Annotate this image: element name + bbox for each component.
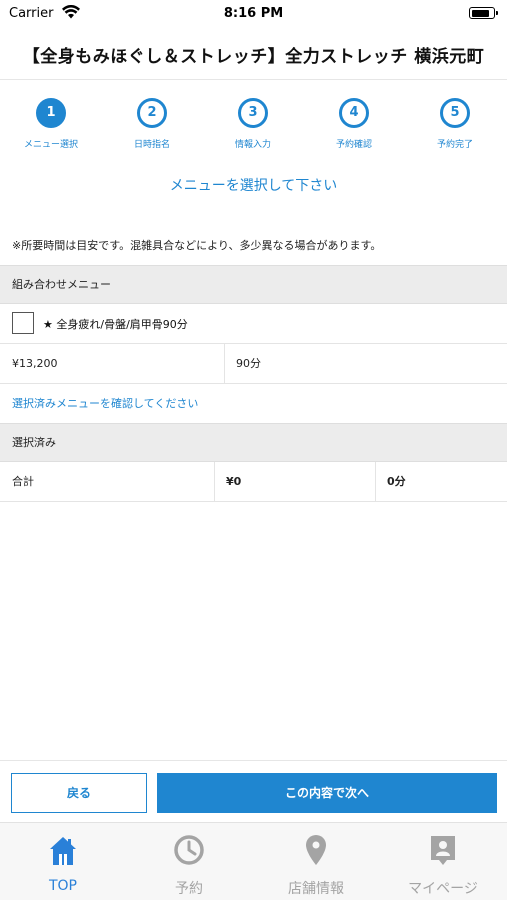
confirm-selected-link[interactable]: 選択済みメニューを確認してください	[12, 395, 198, 411]
battery-icon	[469, 7, 498, 19]
shop-title: 【全身もみほぐし＆ストレッチ】全力ストレッチ 横浜元町	[22, 47, 485, 67]
duration-note: ※所要時間は目安です。混雑具合などにより、多少異なる場合があります。	[12, 239, 382, 252]
tab-label: マイページ	[408, 881, 478, 897]
location-pin-icon	[306, 835, 326, 865]
status-time: 8:16 PM	[223, 6, 284, 21]
action-bar: 戻る この内容で次へ	[0, 760, 507, 822]
header: 【全身もみほぐし＆ストレッチ】全力ストレッチ 横浜元町	[0, 30, 507, 80]
back-button[interactable]: 戻る	[11, 773, 147, 813]
menu-price: ¥13,200	[12, 357, 58, 370]
total-label: 合計	[12, 475, 34, 488]
clock-icon	[174, 835, 204, 865]
step-number: 4	[339, 98, 369, 128]
step-4: 4 予約確認	[309, 96, 399, 150]
step-number: 1	[36, 98, 66, 128]
step-number: 2	[137, 98, 167, 128]
status-bar: Carrier 8:16 PM	[0, 0, 507, 30]
profile-card-icon	[431, 836, 455, 865]
tab-reservation[interactable]: 予約	[126, 823, 252, 900]
combo-menu-section-header: 組み合わせメニュー	[0, 265, 507, 304]
step-label: 予約確認	[335, 140, 372, 150]
step-label: 日時指名	[133, 140, 170, 150]
step-number: 3	[238, 98, 268, 128]
tab-shop-info[interactable]: 店舗情報	[253, 823, 379, 900]
step-number: 5	[440, 98, 470, 128]
next-button[interactable]: この内容で次へ	[157, 773, 497, 813]
tab-bar: TOP 予約 店舗情報 マイページ	[0, 822, 507, 900]
home-icon	[50, 837, 76, 865]
menu-price-row: ¥13,200 90分	[0, 344, 507, 384]
step-3: 3 情報入力	[208, 96, 298, 150]
step-2: 2 日時指名	[107, 96, 197, 150]
total-price: ¥0	[226, 475, 242, 488]
step-1: 1 メニュー選択	[6, 96, 96, 150]
tab-label: TOP	[48, 878, 77, 894]
tab-label: 店舗情報	[288, 881, 344, 897]
instruction-text: メニューを選択して下さい	[169, 178, 338, 194]
total-duration: 0分	[387, 475, 406, 488]
total-row: 合計 ¥0 0分	[0, 462, 507, 502]
tab-top[interactable]: TOP	[0, 823, 126, 900]
selected-section-header: 選択済み	[0, 423, 507, 462]
menu-checkbox[interactable]	[12, 312, 34, 334]
tab-label: 予約	[175, 881, 203, 897]
step-label: 予約完了	[436, 140, 473, 150]
step-indicator: 1 メニュー選択 2 日時指名 3 情報入力 4 予約確認 5 予約完了	[0, 96, 507, 156]
menu-duration: 90分	[236, 357, 261, 370]
menu-item[interactable]: ★ 全身疲れ/骨盤/肩甲骨90分	[0, 304, 507, 344]
menu-item-name: ★ 全身疲れ/骨盤/肩甲骨90分	[43, 318, 188, 331]
tab-mypage[interactable]: マイページ	[380, 823, 506, 900]
step-5: 5 予約完了	[410, 96, 500, 150]
step-label: メニュー選択	[23, 140, 78, 150]
step-label: 情報入力	[234, 140, 271, 150]
